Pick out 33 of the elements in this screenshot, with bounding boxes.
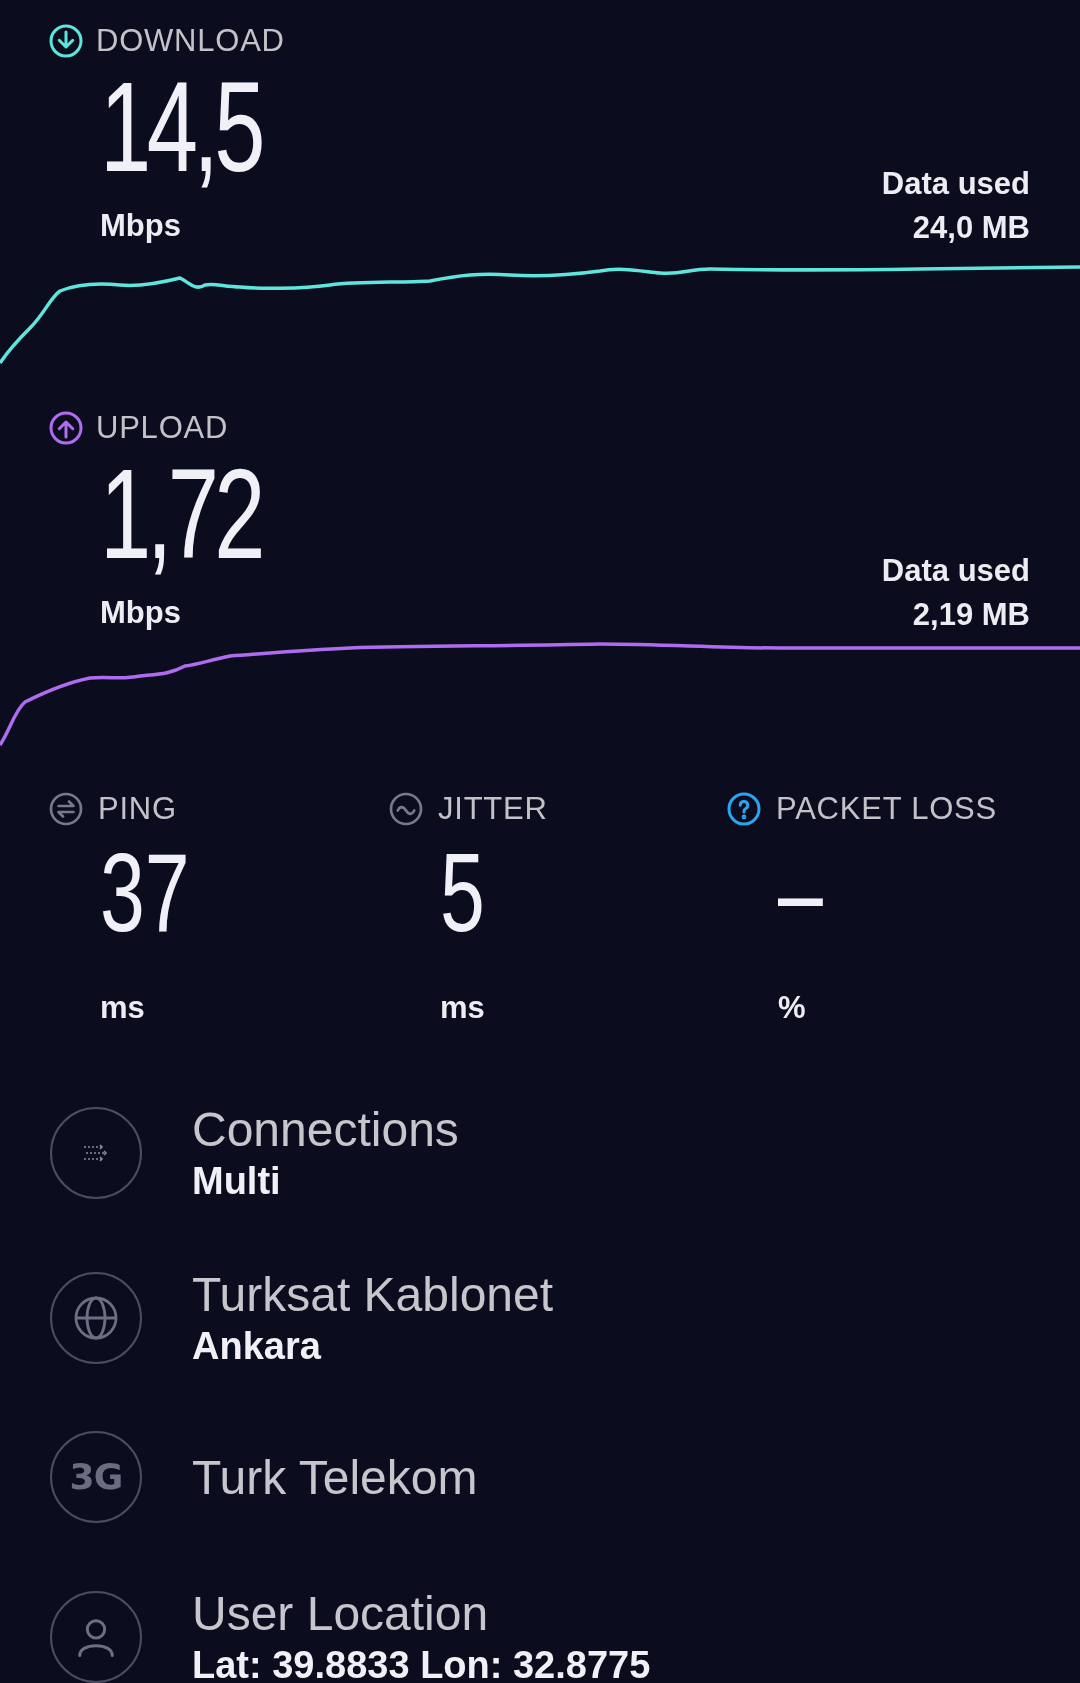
- detail-title: Turk Telekom: [192, 1449, 478, 1506]
- metric-value: 37: [100, 836, 190, 949]
- unit-label: Mbps: [100, 593, 182, 632]
- metric-unit: ms: [99, 988, 145, 1027]
- metric-label: PING: [98, 790, 177, 828]
- speed-value: 1,72: [100, 449, 261, 578]
- detail-value: Multi: [192, 1158, 282, 1204]
- data-used-value: 2,19 MB: [912, 595, 1030, 634]
- metric-unit: %: [777, 988, 806, 1027]
- connections-icon: [50, 1106, 142, 1199]
- detail-value: Ankara: [192, 1323, 322, 1369]
- detail-title: Turksat Kablonet: [192, 1267, 554, 1324]
- unit-label: Mbps: [100, 206, 182, 245]
- detail-title: Connections: [192, 1102, 459, 1158]
- detail-title: User Location: [192, 1586, 490, 1643]
- person-icon: [50, 1590, 142, 1683]
- metric-unit: ms: [439, 988, 485, 1027]
- metric-label: JITTER: [438, 790, 548, 828]
- metric-label: PACKET LOSS: [776, 790, 997, 828]
- data-used-value: 24,0 MB: [912, 208, 1030, 247]
- help-icon[interactable]: [726, 791, 762, 828]
- data-used-label: Data used: [881, 165, 1030, 204]
- result-label: DOWNLOAD: [96, 22, 285, 60]
- speed-value: 14,5: [100, 62, 261, 191]
- metric-value: 5: [440, 836, 485, 949]
- globe-icon: [50, 1271, 142, 1364]
- metric-value: –: [778, 836, 823, 949]
- ping-arrows-icon: [48, 791, 84, 828]
- network-type-badge: 3G: [50, 1431, 142, 1524]
- detail-value: Lat: 39.8833 Lon: 32.8775: [192, 1642, 651, 1683]
- wave-icon: [388, 791, 424, 828]
- data-used-label: Data used: [881, 552, 1030, 591]
- result-label: UPLOAD: [96, 409, 229, 447]
